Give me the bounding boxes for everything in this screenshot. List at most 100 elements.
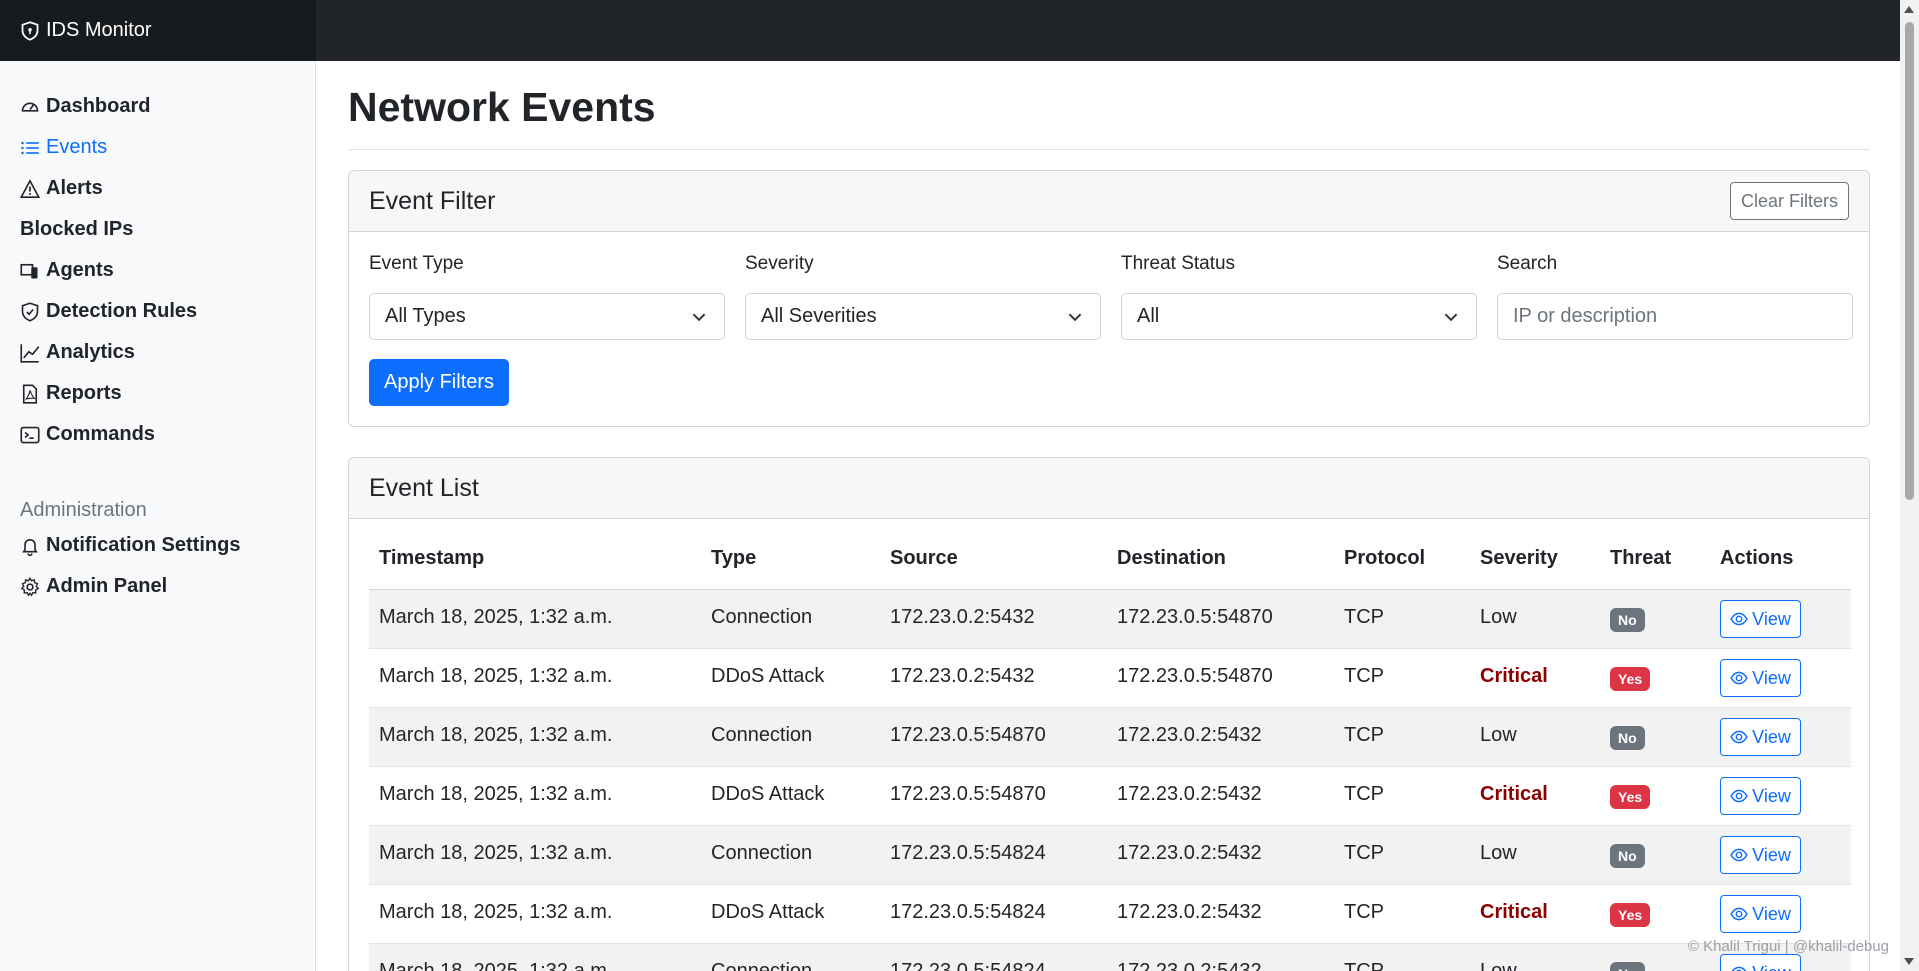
view-button-label: View: [1752, 608, 1791, 629]
event-list-title: Event List: [369, 473, 479, 502]
cell-type: Connection: [711, 606, 813, 628]
event-filter-title: Event Filter: [369, 186, 496, 215]
cell-timestamp: March 18, 2025, 1:32 a.m.: [379, 606, 613, 628]
warning-triangle-icon: [20, 178, 40, 198]
sidebar: Dashboard Events Alerts Blocked IPs Agen…: [0, 61, 316, 971]
sidebar-item-label: Agents: [46, 259, 114, 281]
cell-severity: Critical: [1480, 901, 1548, 923]
eye-icon: [1730, 907, 1748, 921]
cell-timestamp: March 18, 2025, 1:32 a.m.: [379, 783, 613, 805]
cell-destination: 172.23.0.2:5432: [1117, 783, 1262, 805]
scroll-up-arrow-icon[interactable]: [1904, 6, 1914, 13]
cell-destination: 172.23.0.2:5432: [1117, 724, 1262, 746]
cell-protocol: TCP: [1344, 724, 1384, 746]
event-type-label: Event Type: [369, 253, 464, 274]
sidebar-item-blocked-ips[interactable]: Blocked IPs: [20, 218, 133, 241]
search-input[interactable]: IP or description: [1497, 293, 1853, 340]
shield-icon: [21, 20, 39, 41]
sidebar-item-admin-panel[interactable]: Admin Panel: [20, 575, 167, 598]
view-button-label: View: [1752, 844, 1791, 865]
sidebar-item-label: Events: [46, 136, 108, 158]
cell-source: 172.23.0.2:5432: [890, 606, 1035, 628]
cell-type: Connection: [711, 842, 813, 864]
bell-icon: [22, 538, 38, 556]
column-header-source[interactable]: Source: [890, 547, 958, 570]
table-row: March 18, 2025, 1:32 a.m. DDoS Attack 172.…: [369, 885, 1851, 944]
sidebar-item-label: Analytics: [46, 341, 135, 363]
brand[interactable]: IDS Monitor: [0, 0, 316, 61]
sidebar-item-detection-rules[interactable]: Detection Rules: [20, 300, 197, 323]
scroll-down-arrow-icon[interactable]: [1904, 958, 1914, 965]
sidebar-item-dashboard[interactable]: Dashboard: [20, 95, 150, 118]
view-button-label: View: [1752, 667, 1791, 688]
chevron-down-icon: [1444, 313, 1458, 322]
brand-name: IDS Monitor: [46, 19, 152, 41]
cell-protocol: TCP: [1344, 783, 1384, 805]
admin-heading: Administration: [20, 499, 147, 521]
view-button[interactable]: View: [1720, 895, 1801, 933]
sidebar-item-label: Dashboard: [46, 95, 151, 117]
view-button[interactable]: View: [1720, 718, 1801, 756]
terminal-icon: [20, 426, 40, 443]
pdf-file-icon: [22, 383, 38, 404]
threat-badge: No: [1610, 608, 1645, 632]
view-button-label: View: [1752, 726, 1791, 747]
cell-destination: 172.23.0.2:5432: [1117, 901, 1262, 923]
apply-filters-button[interactable]: Apply Filters: [369, 359, 510, 406]
event-filter-card: Event Filter Clear Filters Event Type Al…: [348, 170, 1870, 427]
column-header-timestamp[interactable]: Timestamp: [379, 547, 484, 570]
sidebar-item-label: Admin Panel: [46, 575, 168, 597]
cell-severity: Critical: [1480, 665, 1548, 687]
sidebar-item-events[interactable]: Events: [20, 136, 107, 159]
eye-icon: [1730, 612, 1748, 626]
cell-protocol: TCP: [1344, 960, 1384, 971]
cell-destination: 172.23.0.2:5432: [1117, 960, 1262, 971]
cell-severity: Low: [1480, 724, 1517, 746]
shield-check-icon: [21, 301, 39, 322]
column-header-destination[interactable]: Destination: [1117, 547, 1226, 570]
view-button[interactable]: View: [1720, 600, 1801, 638]
event-type-select[interactable]: All Types: [369, 293, 725, 340]
sidebar-item-label: Commands: [46, 423, 155, 445]
column-header-type[interactable]: Type: [711, 547, 756, 570]
eye-icon: [1730, 789, 1748, 803]
event-type-value: All Types: [385, 305, 466, 327]
cell-severity: Critical: [1480, 783, 1548, 805]
column-header-protocol[interactable]: Protocol: [1344, 547, 1425, 570]
severity-select[interactable]: All Severities: [745, 293, 1101, 340]
sidebar-item-reports[interactable]: Reports: [20, 382, 122, 405]
table-row: March 18, 2025, 1:32 a.m. Connection 172.2…: [369, 590, 1851, 649]
cell-timestamp: March 18, 2025, 1:32 a.m.: [379, 960, 613, 971]
threat-status-select[interactable]: All: [1121, 293, 1477, 340]
cell-destination: 172.23.0.2:5432: [1117, 842, 1262, 864]
view-button-label: View: [1752, 785, 1791, 806]
sidebar-item-notification-settings[interactable]: Notification Settings: [20, 534, 240, 557]
view-button[interactable]: View: [1720, 659, 1801, 697]
clear-filters-button[interactable]: Clear Filters: [1729, 182, 1849, 220]
view-button[interactable]: View: [1720, 836, 1801, 874]
sidebar-item-label: Notification Settings: [46, 534, 241, 556]
page-scrollbar[interactable]: [1900, 0, 1919, 971]
sidebar-item-analytics[interactable]: Analytics: [20, 341, 135, 364]
table-row: March 18, 2025, 1:32 a.m. DDoS Attack 172.…: [369, 767, 1851, 826]
speedometer-icon: [21, 102, 39, 112]
cell-severity: Low: [1480, 606, 1517, 628]
chevron-down-icon: [692, 313, 706, 322]
threat-status-label: Threat Status: [1121, 253, 1236, 274]
view-button[interactable]: View: [1720, 777, 1801, 815]
cell-protocol: TCP: [1344, 606, 1384, 628]
threat-badge: Yes: [1610, 785, 1651, 809]
sidebar-item-commands[interactable]: Commands: [20, 423, 155, 446]
scroll-thumb[interactable]: [1905, 22, 1914, 500]
sidebar-item-agents[interactable]: Agents: [20, 259, 114, 282]
sidebar-item-alerts[interactable]: Alerts: [20, 177, 103, 200]
cell-source: 172.23.0.5:54824: [890, 842, 1046, 864]
view-button-label: View: [1752, 963, 1791, 971]
page-title: Network Events: [348, 84, 656, 130]
cell-source: 172.23.0.5:54824: [890, 960, 1046, 971]
cell-timestamp: March 18, 2025, 1:32 a.m.: [379, 842, 613, 864]
view-button[interactable]: View: [1720, 954, 1801, 971]
column-header-severity[interactable]: Severity: [1480, 547, 1558, 570]
column-header-threat[interactable]: Threat: [1610, 547, 1671, 570]
graph-icon: [20, 343, 40, 363]
